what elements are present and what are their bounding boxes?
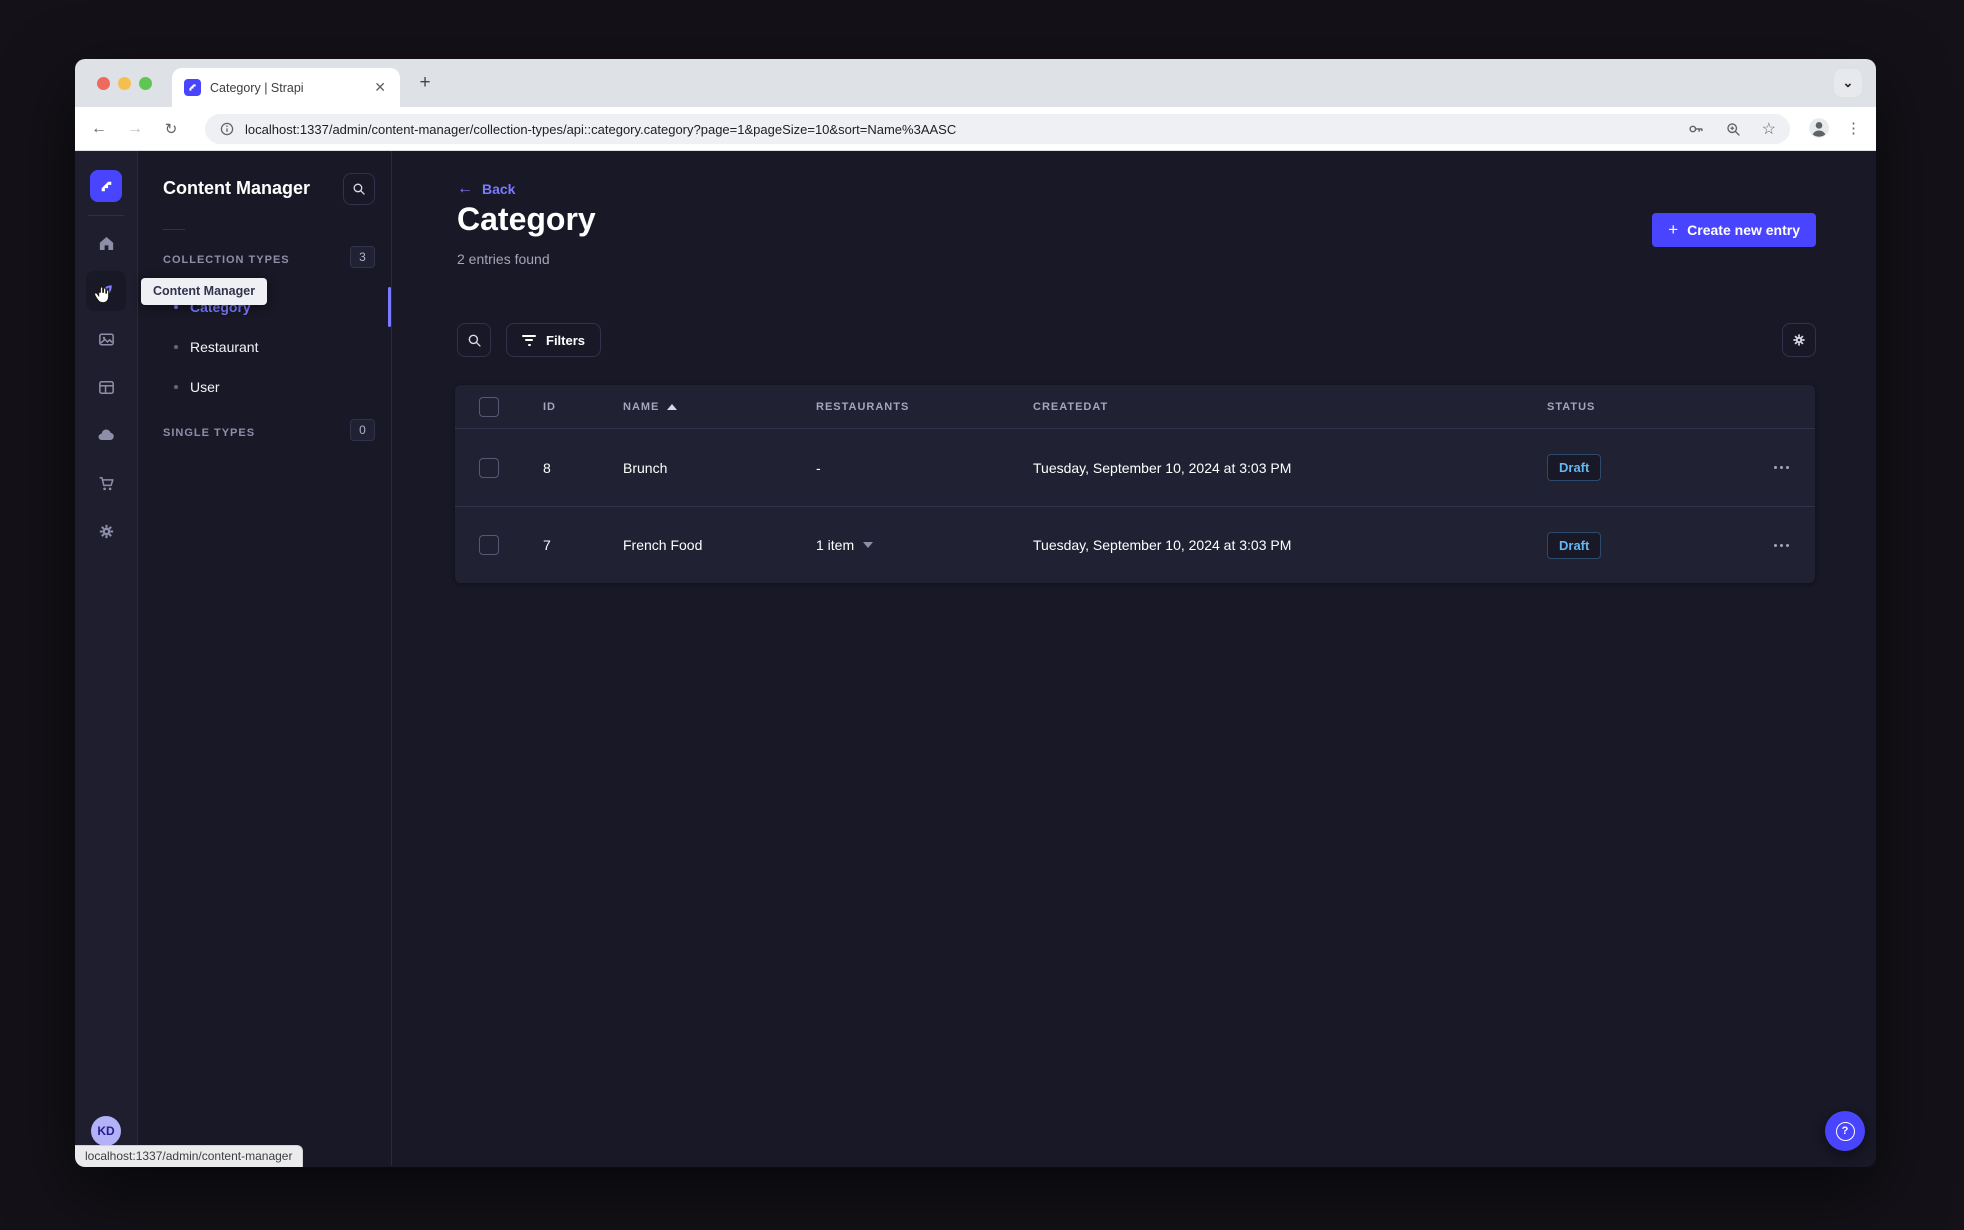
- single-types-label: SINGLE TYPES: [163, 427, 256, 439]
- status-badge: Draft: [1547, 531, 1602, 559]
- window-minimize-button[interactable]: [118, 77, 131, 90]
- page-title: Category: [457, 201, 596, 237]
- window-controls: [97, 77, 152, 90]
- browser-profile-icon[interactable]: [1808, 117, 1830, 139]
- nav-tooltip: Content Manager: [141, 278, 268, 305]
- media-library-icon[interactable]: [92, 325, 120, 353]
- browser-menu-icon[interactable]: ⋮: [1846, 119, 1862, 137]
- subnav-title: Content Manager: [163, 178, 311, 198]
- entries-count: 2 entries found: [457, 251, 550, 267]
- marketplace-cart-icon[interactable]: [92, 469, 120, 497]
- home-icon[interactable]: [92, 229, 120, 257]
- browser-back-button[interactable]: ←: [88, 118, 110, 140]
- column-header-status: STATUS: [1547, 400, 1596, 413]
- settings-gear-icon[interactable]: [92, 517, 120, 545]
- strapi-logo-icon[interactable]: [90, 170, 122, 202]
- question-mark-icon: ?: [1835, 1121, 1855, 1141]
- subnav-divider: [163, 229, 185, 230]
- rail-divider: [88, 215, 124, 216]
- column-header-name-label: NAME: [623, 400, 660, 413]
- sidebar-item-label: Restaurant: [190, 339, 259, 355]
- bullet-icon: [174, 345, 178, 349]
- site-info-icon[interactable]: [219, 121, 235, 137]
- filters-label: Filters: [546, 332, 586, 348]
- window-maximize-button[interactable]: [139, 77, 152, 90]
- collection-types-count-badge: 3: [350, 246, 375, 268]
- cell-id: 8: [543, 459, 551, 476]
- plus-icon: +: [1668, 220, 1679, 239]
- help-button[interactable]: ?: [1825, 1111, 1865, 1151]
- table-search-button[interactable]: [457, 323, 491, 357]
- sort-ascending-icon: [667, 403, 678, 410]
- view-settings-button[interactable]: [1782, 323, 1816, 357]
- password-key-icon[interactable]: [1687, 120, 1705, 138]
- table-header-row: ID NAME RESTAURANTS CREATEDAT STATUS: [455, 385, 1815, 429]
- url-text[interactable]: localhost:1337/admin/content-manager/col…: [245, 122, 1687, 137]
- main-content: ← Back Category 2 entries found + Create…: [392, 151, 1876, 1166]
- chevron-down-icon: [863, 542, 874, 548]
- bullet-icon: [174, 385, 178, 389]
- filters-button[interactable]: Filters: [506, 323, 602, 357]
- column-header-restaurants: RESTAURANTS: [816, 400, 910, 413]
- strapi-favicon-icon: [184, 79, 201, 96]
- table-row[interactable]: 8 Brunch - Tuesday, September 10, 2024 a…: [455, 429, 1815, 506]
- table-row[interactable]: 7 French Food 1 item Tuesday, September …: [455, 506, 1815, 583]
- cloud-icon[interactable]: [92, 421, 120, 449]
- sidebar-item-label: User: [190, 379, 220, 395]
- tab-search-chevron-icon[interactable]: ⌄: [1834, 69, 1862, 97]
- zoom-icon[interactable]: [1725, 121, 1742, 138]
- tab-close-icon[interactable]: ✕: [372, 79, 388, 96]
- cell-restaurants-expandable[interactable]: 1 item: [816, 537, 1033, 553]
- cell-createdat: Tuesday, September 10, 2024 at 3:03 PM: [1033, 537, 1292, 553]
- column-header-name[interactable]: NAME: [623, 401, 816, 413]
- bookmark-star-icon[interactable]: ☆: [1762, 119, 1776, 139]
- window-close-button[interactable]: [97, 77, 110, 90]
- collection-types-list: Category Restaurant User: [138, 287, 391, 407]
- browser-window: Category | Strapi ✕ + ⌄ ← → ↻ localhost:…: [75, 59, 1876, 1167]
- row-actions-button[interactable]: [1772, 538, 1791, 553]
- address-bar[interactable]: localhost:1337/admin/content-manager/col…: [205, 114, 1790, 144]
- active-item-indicator: [388, 287, 391, 327]
- create-new-entry-button[interactable]: + Create new entry: [1652, 213, 1816, 247]
- status-badge: Draft: [1547, 454, 1602, 481]
- cell-name: French Food: [623, 537, 703, 553]
- tab-title: Category | Strapi: [210, 80, 304, 95]
- sidebar-item-user[interactable]: User: [138, 367, 391, 407]
- collection-types-label: COLLECTION TYPES: [163, 254, 290, 266]
- cell-createdat: Tuesday, September 10, 2024 at 3:03 PM: [1033, 459, 1292, 476]
- back-arrow-icon: ←: [457, 180, 473, 197]
- row-checkbox[interactable]: [479, 457, 499, 478]
- entries-table: ID NAME RESTAURANTS CREATEDAT STATUS 8 B…: [455, 385, 1815, 583]
- single-types-count-badge: 0: [350, 419, 375, 441]
- restaurants-count-label: 1 item: [816, 537, 855, 553]
- row-checkbox[interactable]: [479, 535, 499, 555]
- new-tab-button[interactable]: +: [413, 71, 437, 95]
- create-button-label: Create new entry: [1687, 222, 1800, 238]
- browser-toolbar: ← → ↻ localhost:1337/admin/content-manag…: [75, 107, 1876, 151]
- cell-id: 7: [543, 537, 551, 553]
- user-avatar[interactable]: KD: [91, 1116, 121, 1146]
- browser-forward-button[interactable]: →: [124, 118, 146, 140]
- sidebar-item-restaurant[interactable]: Restaurant: [138, 327, 391, 367]
- back-label: Back: [482, 181, 516, 197]
- subnav-search-button[interactable]: [343, 173, 375, 205]
- browser-status-bar: localhost:1337/admin/content-manager: [75, 1145, 304, 1167]
- row-actions-button[interactable]: [1772, 460, 1791, 475]
- tab-strip: Category | Strapi ✕ + ⌄: [75, 59, 1876, 107]
- bullet-icon: [174, 305, 178, 309]
- browser-reload-button[interactable]: ↻: [160, 118, 182, 140]
- column-header-createdat: CREATEDAT: [1033, 400, 1109, 413]
- content-type-builder-icon[interactable]: [92, 373, 120, 401]
- cell-name: Brunch: [623, 459, 668, 476]
- filter-icon: [522, 334, 536, 346]
- mouse-cursor-pointer-icon: [90, 282, 112, 306]
- cell-restaurants: -: [816, 459, 821, 476]
- select-all-checkbox[interactable]: [479, 396, 499, 417]
- column-header-id[interactable]: ID: [543, 401, 623, 413]
- back-link[interactable]: ← Back: [457, 180, 515, 198]
- browser-tab[interactable]: Category | Strapi ✕: [172, 68, 400, 107]
- strapi-app: KD Content Manager COLLECTION TYPES 3 Ca…: [75, 151, 1876, 1166]
